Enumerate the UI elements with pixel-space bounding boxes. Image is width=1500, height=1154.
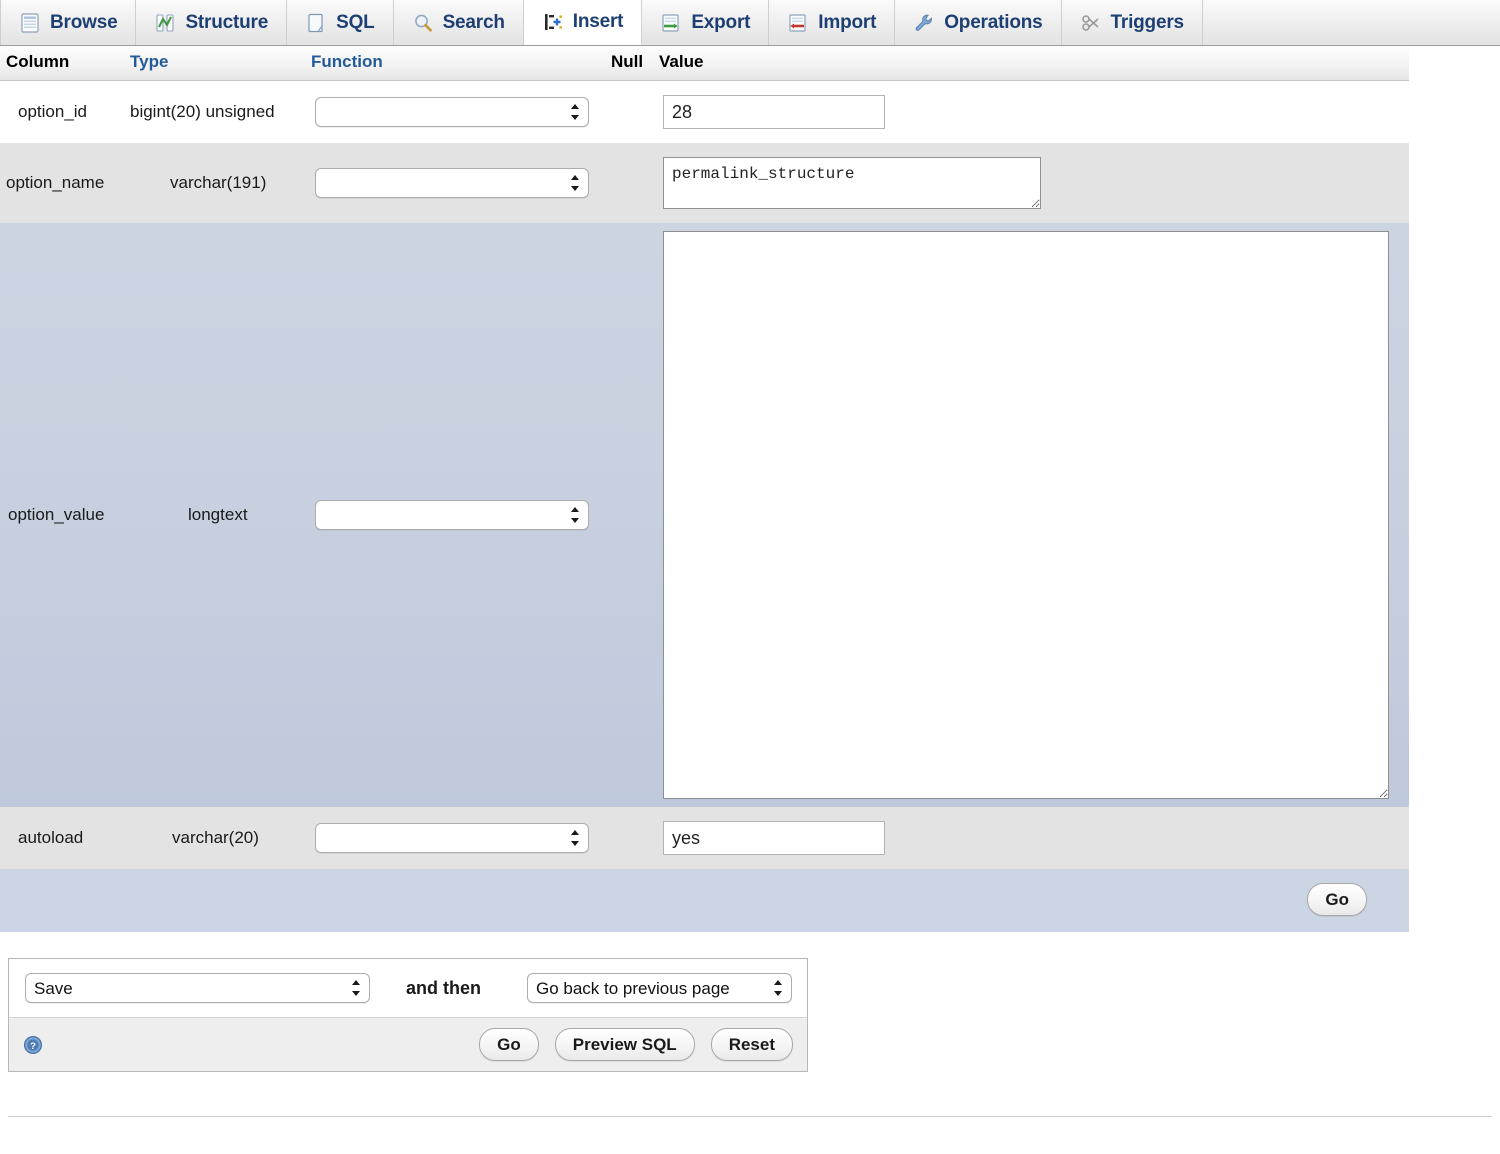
save-mode-select[interactable]: Save (25, 973, 370, 1003)
tab-operations-label: Operations (944, 12, 1042, 34)
save-mode-select-wrapper: Save (25, 973, 370, 1003)
function-select-wrapper-autoload (315, 823, 589, 853)
table-footer-row: Go (0, 869, 1409, 932)
header-function: Function (305, 46, 605, 81)
row-column-type: varchar(191) (124, 159, 305, 207)
wrench-icon (913, 12, 935, 34)
tab-browse-label: Browse (50, 12, 117, 34)
tab-structure[interactable]: Structure (136, 0, 287, 45)
header-column: Column (0, 46, 124, 81)
and-then-label: and then (406, 978, 481, 999)
function-select-option-id[interactable] (315, 97, 589, 127)
function-select-wrapper-option-id (315, 97, 589, 127)
tab-structure-label: Structure (185, 12, 268, 34)
insert-icon (542, 11, 564, 33)
null-cell-option-id (605, 98, 653, 126)
tab-operations[interactable]: Operations (895, 0, 1061, 45)
table-row: autoload varchar(20) (0, 807, 1409, 869)
row-column-name: autoload (0, 814, 124, 862)
row-column-name: option_id (0, 88, 124, 136)
tab-import[interactable]: Import (769, 0, 895, 45)
submit-options-panel: Save and then Go back to previous page ?… (8, 958, 808, 1072)
tab-search[interactable]: Search (394, 0, 524, 45)
svg-text:?: ? (30, 1041, 36, 1052)
submit-buttons-row: ? Go Preview SQL Reset (9, 1017, 807, 1071)
header-type: Type (124, 46, 305, 81)
table-row: option_id bigint(20) unsigned (0, 81, 1409, 144)
table-row: option_name varchar(191) permalink_struc… (0, 143, 1409, 223)
preview-sql-button[interactable]: Preview SQL (555, 1028, 695, 1061)
tab-sql[interactable]: SQL (287, 0, 393, 45)
row-column-type: longtext (124, 505, 305, 525)
tab-insert-label: Insert (573, 11, 624, 33)
tab-export-label: Export (691, 12, 750, 34)
null-cell-option-name (605, 169, 653, 197)
page-divider (8, 1116, 1492, 1117)
after-action-select-wrapper: Go back to previous page (527, 973, 792, 1003)
tab-triggers-label: Triggers (1111, 12, 1184, 34)
function-select-autoload[interactable] (315, 823, 589, 853)
row-column-type: bigint(20) unsigned (124, 88, 305, 136)
row-column-name: option_value (0, 505, 124, 525)
go-button-panel[interactable]: Go (479, 1028, 539, 1061)
export-icon (660, 12, 682, 34)
tab-export[interactable]: Export (642, 0, 769, 45)
function-select-wrapper-option-name (315, 168, 589, 198)
tab-insert[interactable]: Insert (524, 0, 643, 45)
triggers-icon (1080, 12, 1102, 34)
header-null: Null (605, 46, 653, 81)
browse-icon (19, 12, 41, 34)
function-select-option-name[interactable] (315, 168, 589, 198)
tab-browse[interactable]: Browse (0, 0, 136, 45)
after-action-select[interactable]: Go back to previous page (527, 973, 792, 1003)
submit-options-row: Save and then Go back to previous page (9, 959, 807, 1017)
tab-import-label: Import (818, 12, 876, 34)
insert-form-table: Column Type Function Null Value option_i… (0, 46, 1409, 932)
go-button-table[interactable]: Go (1307, 883, 1367, 916)
value-textarea-option-name[interactable]: permalink_structure (663, 157, 1041, 209)
header-value: Value (653, 46, 1409, 81)
tab-triggers[interactable]: Triggers (1062, 0, 1203, 45)
value-textarea-option-value[interactable] (663, 231, 1389, 799)
tab-sql-label: SQL (336, 12, 374, 34)
value-input-autoload[interactable] (663, 821, 885, 855)
tab-search-label: Search (443, 12, 505, 34)
structure-icon (154, 12, 176, 34)
search-icon (412, 12, 434, 34)
row-column-type: varchar(20) (124, 814, 305, 862)
function-select-option-value[interactable] (315, 500, 589, 530)
reset-button[interactable]: Reset (711, 1028, 793, 1061)
table-header-row: Column Type Function Null Value (0, 46, 1409, 81)
main-tab-bar: Browse Structure SQL Search (0, 0, 1500, 46)
sql-icon (305, 12, 327, 34)
table-row: option_value longtext (0, 223, 1409, 807)
function-select-wrapper-option-value (315, 500, 589, 530)
row-column-name: option_name (0, 159, 124, 207)
import-icon (787, 12, 809, 34)
null-cell-autoload (605, 824, 653, 852)
value-input-option-id[interactable] (663, 95, 885, 129)
help-circle-icon[interactable]: ? (23, 1035, 43, 1055)
